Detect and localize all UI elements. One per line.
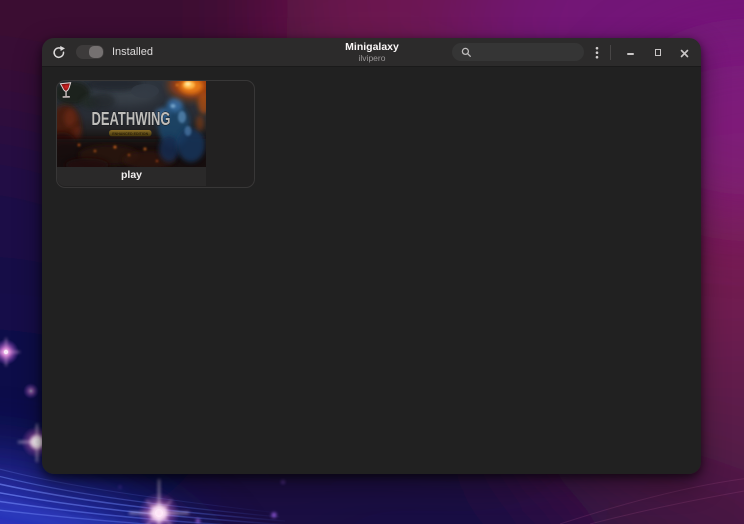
svg-text:DEATHWING: DEATHWING [92, 109, 171, 129]
svg-text:ENHANCED EDITION: ENHANCED EDITION [112, 131, 148, 136]
